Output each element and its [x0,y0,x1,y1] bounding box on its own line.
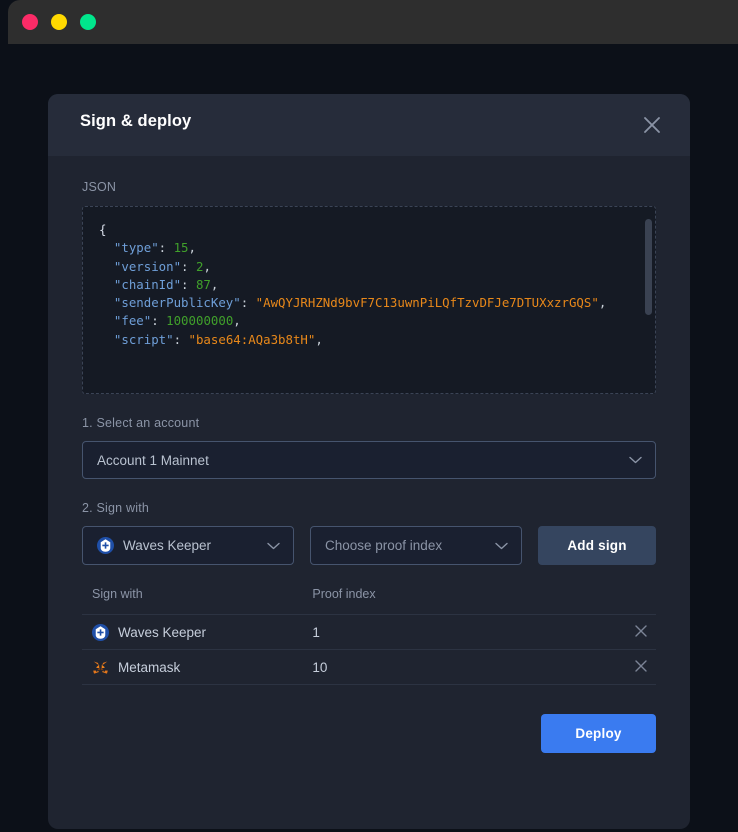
close-window-button[interactable] [22,14,38,30]
json-token-str: "base64:AQa3b8tH" [188,331,316,347]
modal-header: Sign & deploy [48,94,690,156]
json-token-punct: , [233,313,241,329]
modal-footer: Deploy [82,714,656,753]
minimize-window-button[interactable] [51,14,67,30]
metamask-icon [92,659,109,676]
json-line: "version": 2, [99,258,637,276]
chevron-down-icon [495,542,508,550]
chevron-down-icon [267,542,280,550]
wallet-cell-inner: Metamask [92,659,312,676]
json-line: "fee": 100000000, [99,312,637,330]
modal-body: JSON {"type": 15, "version": 2, "chainId":… [48,180,690,753]
cell-proof-index: 1 [312,614,616,650]
json-token-punct: , [210,276,219,292]
json-token-brace: { [99,222,107,237]
sign-and-deploy-modal: Sign & deploy JSON {"type": 15, "version"… [48,94,690,829]
json-token-punct: : [181,276,196,292]
json-token-key: "version" [113,258,182,274]
json-token-num: 15 [173,240,189,256]
account-select-value: Account 1 Mainnet [97,452,209,468]
json-token-str: "AwQYJRHZNd9bvF7C13uwnPiLQfTzvDFJe7DTUXx… [255,295,599,311]
select-account-label: 1. Select an account [82,416,200,430]
close-icon[interactable] [638,111,666,139]
json-token-punct: : [240,295,256,311]
sign-with-label: 2. Sign with [82,501,150,515]
column-header-proof-index: Proof index [312,587,376,601]
signer-select-value: Waves Keeper [123,538,212,553]
column-header-sign-with: Sign with [92,587,143,601]
table-header-row: Sign with Proof index [82,587,656,615]
wallet-name: Metamask [118,659,181,675]
json-line: "script": "base64:AQa3b8tH", [99,331,637,349]
json-scrollbar[interactable] [645,219,652,315]
table-row: Waves Keeper 1 [82,614,656,650]
page-body: Sign & deploy JSON {"type": 15, "version"… [0,44,738,832]
waves-keeper-icon [97,537,114,554]
signer-select[interactable]: Waves Keeper [82,526,294,565]
signatures-table: Sign with Proof index Waves Keeper 1 Metam… [82,587,656,685]
account-select[interactable]: Account 1 Mainnet [82,441,656,479]
waves-keeper-icon [92,623,109,641]
column-header-actions [616,587,656,615]
json-editor[interactable]: {"type": 15, "version": 2, "chainId": 87, "… [82,206,656,394]
json-token-punct: : [173,331,189,347]
json-token-num: 87 [195,276,211,292]
json-line: "chainId": 87, [99,276,637,294]
json-code-content: {"type": 15, "version": 2, "chainId": 87, "… [99,221,637,349]
json-line: { [99,221,637,239]
json-token-key: "script" [113,331,174,347]
json-token-punct: , [315,331,323,347]
remove-signature-icon[interactable] [632,622,650,643]
cell-wallet: Metamask [82,649,313,685]
window-titlebar [8,0,738,44]
json-token-punct: : [158,240,174,256]
json-token-punct: , [188,240,196,256]
modal-title: Sign & deploy [80,112,192,130]
json-line: "type": 15, [99,239,637,257]
cell-actions [615,649,656,685]
json-token-key: "type" [113,240,159,256]
json-label: JSON [82,180,117,194]
cell-wallet: Waves Keeper [82,614,313,650]
json-line: "senderPublicKey": "AwQYJRHZNd9bvF7C13uw… [99,294,637,312]
maximize-window-button[interactable] [80,14,96,30]
proof-index-select[interactable]: Choose proof index [310,526,522,565]
json-token-punct: : [151,313,167,329]
cell-proof-index: 10 [312,649,616,685]
json-token-num: 100000000 [166,313,234,329]
app-window: Sign & deploy JSON {"type": 15, "version"… [0,0,738,832]
json-token-punct: , [203,258,211,274]
json-token-key: "senderPublicKey" [113,295,241,311]
add-sign-button[interactable]: Add sign [538,526,656,565]
json-token-key: "chainId" [113,276,182,292]
wallet-name: Waves Keeper [118,624,207,640]
remove-signature-icon[interactable] [632,657,650,678]
json-token-key: "fee" [113,313,152,329]
traffic-lights [22,14,96,30]
json-token-punct: : [181,258,196,274]
cell-actions [615,614,656,650]
sign-with-row: Waves Keeper Choose proof index Add sign [82,526,656,565]
json-token-punct: , [598,295,607,311]
chevron-down-icon [629,456,642,464]
deploy-button[interactable]: Deploy [541,714,656,753]
wallet-cell-inner: Waves Keeper [92,623,312,641]
table-row: Metamask 10 [82,649,656,685]
proof-index-select-value: Choose proof index [325,538,443,553]
